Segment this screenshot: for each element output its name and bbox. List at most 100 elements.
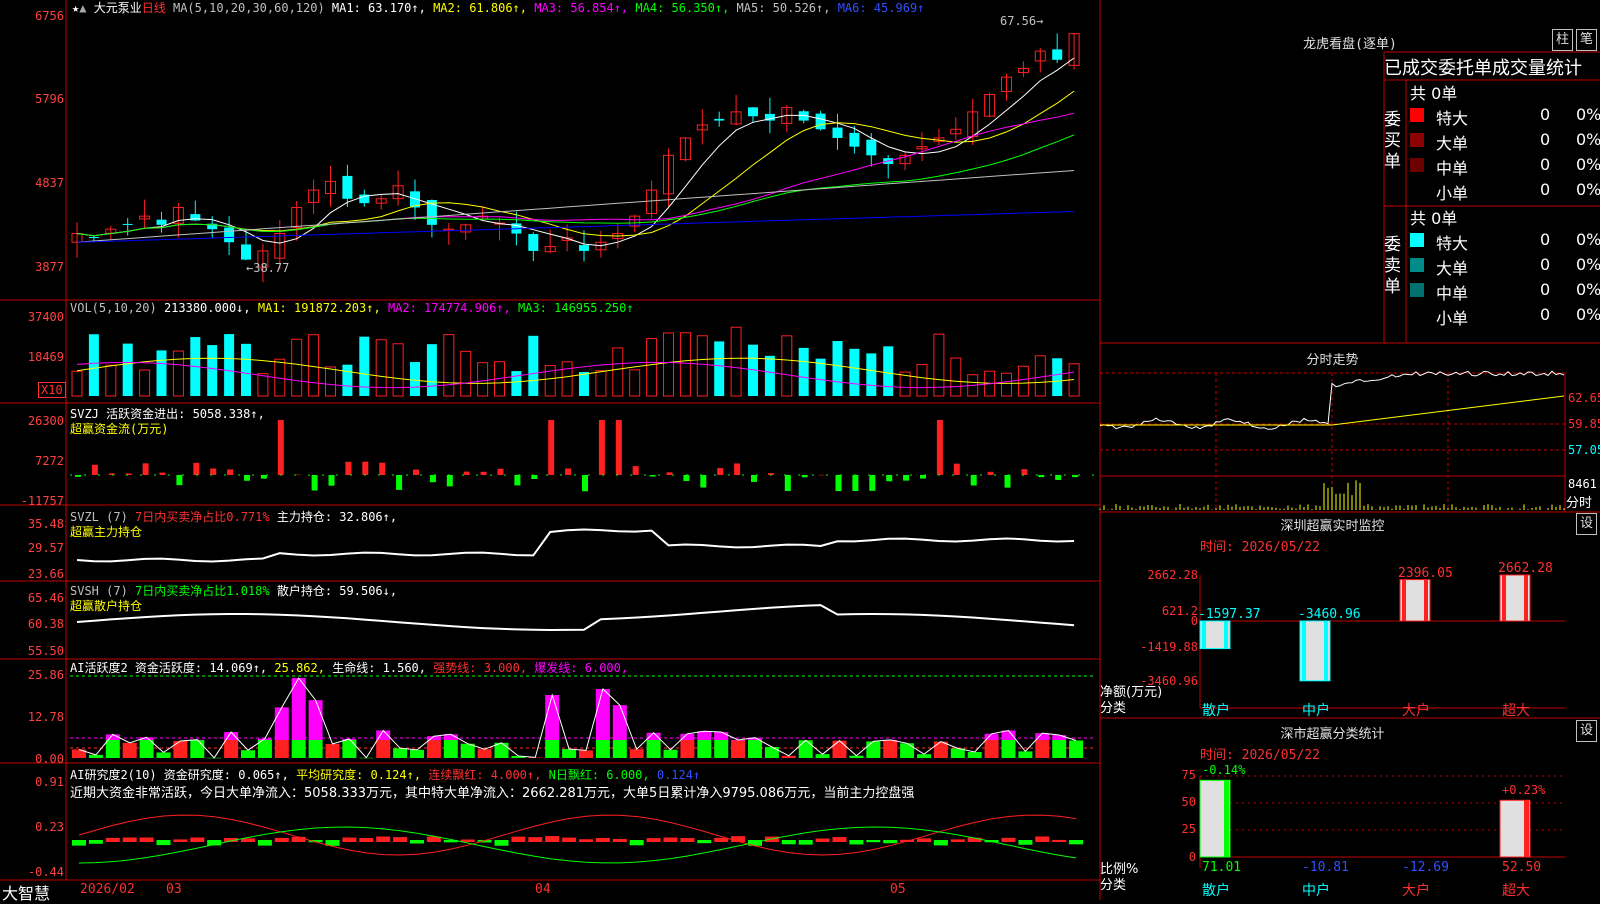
ma2-value: MA2: 61.806↑, [433, 1, 527, 15]
buy-row-name: 小单 [1436, 184, 1469, 203]
szmon-bar-value: -1597.37 [1198, 607, 1261, 622]
volume-bar [612, 347, 624, 397]
vol-ytick: 18469 [27, 350, 64, 364]
szcls-category: 超大 [1502, 883, 1530, 899]
buy-row-name: 中单 [1436, 159, 1469, 178]
svsh-header: SVSH (7) 7日内买卖净占比1.018% 散户持仓: 59.506↓, [70, 584, 398, 598]
volume-bar [950, 357, 962, 397]
volume-bar [172, 350, 184, 397]
ma3-line [76, 112, 1075, 237]
ai2-comment: 近期大资金非常活跃，今日大单净流入：5058.333万元，其中特大单净流入：26… [70, 786, 915, 801]
flow-bar [649, 475, 656, 477]
research-bar [798, 840, 813, 845]
ai1-ytick: 25.86 [27, 668, 64, 682]
sell-label: 委卖单 [1384, 235, 1401, 297]
low-label: ←38.77 [246, 261, 290, 275]
volume-bar [477, 362, 489, 397]
flow-bar [970, 475, 977, 486]
fenshi-unit: 分时 [1566, 496, 1593, 511]
research-bar [342, 837, 357, 842]
activity-bar [308, 700, 323, 740]
volume-bar [71, 370, 83, 397]
candle-body [1052, 49, 1063, 60]
flow-bar [632, 466, 639, 475]
flow-bar [446, 475, 453, 487]
szmon-bar-edge [1424, 579, 1428, 621]
activity-bar [832, 740, 847, 758]
flow-bar [953, 463, 960, 475]
volume-bar [883, 346, 894, 396]
ma-header: MA(5,10,20,30,60,120) [172, 1, 325, 15]
activity-bar [291, 740, 306, 758]
candle-body [241, 244, 251, 260]
buy-row-value: 0 [1540, 105, 1551, 124]
activity-bar [984, 740, 999, 758]
candle-body [156, 219, 167, 225]
activity-bar [663, 749, 678, 758]
szcls-ytick: 50 [1181, 795, 1196, 809]
ma1-value: MA1: 63.170↑, [331, 1, 426, 15]
longhu-title: 龙虎看盘(逐单) [1303, 37, 1397, 52]
research-bar [866, 840, 881, 843]
activity-bar [1001, 740, 1016, 758]
volume-bar [629, 369, 641, 397]
flow-bar [193, 462, 200, 475]
research-bar [933, 840, 948, 846]
buy-label: 委买单 [1384, 110, 1401, 172]
activity-bar [917, 754, 931, 758]
flow-bar [598, 420, 605, 475]
buy-color-swatch [1410, 158, 1424, 172]
flow-bar [903, 475, 910, 481]
flow-bar [480, 471, 487, 475]
flow-bar [328, 475, 335, 486]
sell-color-swatch [1410, 283, 1424, 297]
buy-row-pct: 0% [1576, 130, 1600, 149]
activity-bar [1052, 735, 1067, 740]
sell-row-name: 中单 [1436, 284, 1469, 303]
flow-bar [75, 475, 81, 477]
research-bar [528, 837, 543, 842]
activity-bar [257, 740, 272, 758]
ai1-header: AI活跃度2 资金活跃度: 14.069↑, 25.862, 生命线: 1.56… [70, 661, 629, 675]
activity-bar [156, 752, 171, 758]
szcls-settings-button[interactable]: 设 [1576, 720, 1597, 742]
sell-color-swatch [1410, 258, 1424, 272]
date-label: 05 [890, 882, 906, 897]
szcls-category: 中户 [1302, 883, 1330, 899]
buy-row-name: 大单 [1436, 134, 1469, 153]
flow-bar [987, 471, 994, 475]
high-label: 67.56→ [1000, 14, 1044, 28]
volume-bar [511, 371, 522, 396]
szmon-title: 深圳超赢实时监控 [1280, 519, 1385, 534]
flow-bar [734, 463, 741, 475]
tick-mode-button[interactable]: 笔 [1576, 29, 1597, 51]
date-label: 2026/02 [80, 882, 135, 897]
chart-canvas[interactable] [0, 0, 1600, 900]
volume-bar [1052, 358, 1063, 396]
candle-body [832, 127, 843, 138]
szmon-settings-button[interactable]: 设 [1576, 513, 1597, 535]
szmon-bar-value: 2396.05 [1398, 565, 1453, 581]
research-green-line [78, 826, 1077, 864]
szmon-bar-value: 2662.28 [1498, 561, 1553, 576]
szcls-ytick: 0 [1188, 850, 1196, 864]
sell-row-value: 0 [1540, 230, 1551, 249]
szmon-category: 超大 [1502, 703, 1530, 719]
activity-bar [900, 743, 915, 758]
volume-bar [88, 334, 99, 396]
szcls-ytick: 75 [1181, 768, 1196, 782]
research-bar [1035, 836, 1050, 842]
activity-bar [460, 743, 475, 758]
buy-row-name: 特大 [1436, 109, 1469, 128]
bar-mode-button[interactable]: 柱 [1552, 29, 1573, 51]
flow-bar [1055, 475, 1062, 480]
research-bar [105, 837, 120, 842]
szmon-ytick: -1419.88 [1140, 640, 1198, 654]
flow-bar [615, 420, 622, 475]
szmon-bar-edge [1502, 575, 1506, 621]
fenshi-ytick: 62.65 [1568, 391, 1600, 405]
szmon-category: 散户 [1202, 703, 1230, 719]
buy-row-value: 0 [1540, 180, 1551, 199]
candle-body [224, 227, 235, 243]
period-label[interactable]: 日线 [142, 1, 166, 15]
